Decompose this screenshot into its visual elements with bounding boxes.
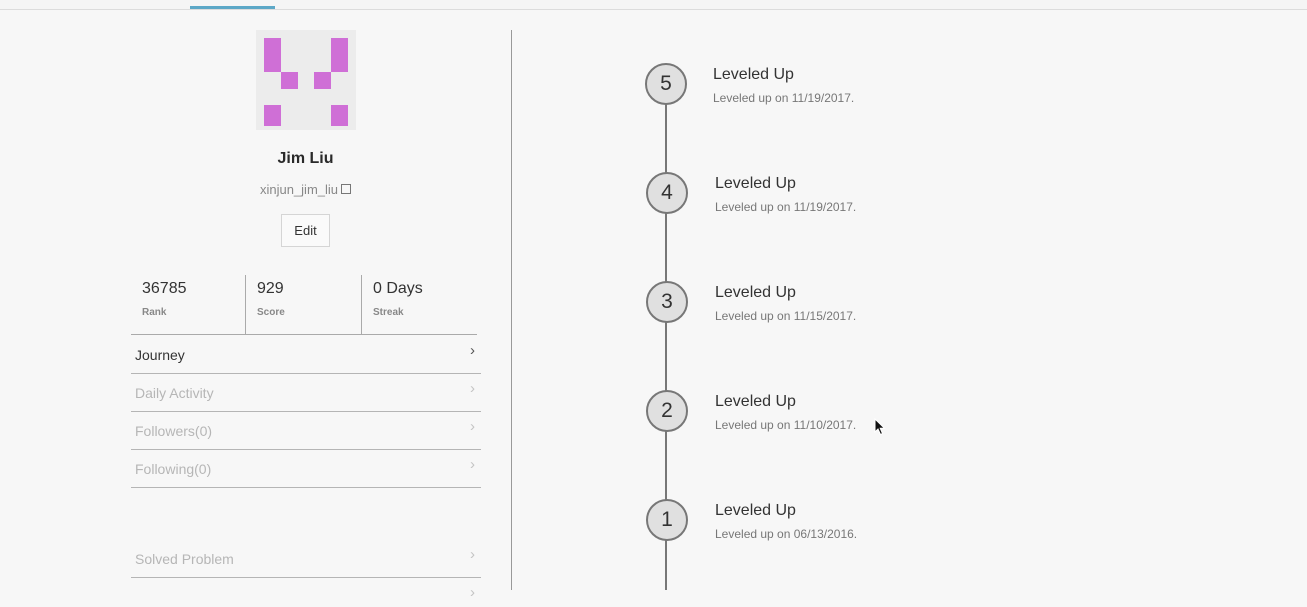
menu-item-followers[interactable]: Followers(0) › <box>131 411 481 450</box>
event-title: Leveled Up <box>713 66 794 83</box>
menu-item-label: Followers(0) <box>135 423 213 439</box>
menu-item-label: Following(0) <box>135 461 212 477</box>
menu-item-next[interactable]: › <box>131 577 481 607</box>
stat-label: Streak <box>373 307 404 318</box>
copy-icon[interactable] <box>341 184 352 194</box>
stat-label: Score <box>257 307 285 318</box>
menu-item-label: Solved Problem <box>135 551 234 567</box>
top-nav-bar <box>0 0 1307 10</box>
menu-item-solved-problem[interactable]: Solved Problem › <box>131 539 481 578</box>
event-detail: Leveled up on 06/13/2016. <box>715 527 858 541</box>
stat-value: 929 <box>257 280 284 297</box>
stat-rank: 36785 Rank <box>131 275 246 334</box>
edit-button[interactable]: Edit <box>281 214 330 247</box>
stat-streak: 0 Days Streak <box>362 275 477 334</box>
profile-username: xinjun_jim_liu <box>0 182 611 197</box>
chevron-right-icon: › <box>470 380 475 397</box>
chevron-right-icon: › <box>470 342 475 359</box>
event-detail: Leveled up on 11/19/2017. <box>715 200 857 214</box>
username-text: xinjun_jim_liu <box>259 182 339 197</box>
stat-value: 36785 <box>142 280 187 297</box>
column-divider <box>511 30 512 590</box>
menu-item-label: Daily Activity <box>135 385 214 401</box>
event-title: Leveled Up <box>715 175 796 192</box>
event-detail: Leveled up on 11/15/2017. <box>715 309 857 323</box>
avatar <box>256 30 356 130</box>
chevron-right-icon: › <box>470 584 475 601</box>
level-badge: 5 <box>645 63 687 105</box>
menu-item-journey[interactable]: Journey › <box>131 335 481 374</box>
stat-label: Rank <box>142 307 167 318</box>
level-badge: 4 <box>646 172 688 214</box>
event-detail: Leveled up on 11/19/2017. <box>713 91 855 105</box>
menu-item-daily-activity[interactable]: Daily Activity › <box>131 373 481 412</box>
stats-panel: 36785 Rank 929 Score 0 Days Streak <box>131 275 477 334</box>
menu-item-label: Journey <box>135 347 185 363</box>
chevron-right-icon: › <box>470 456 475 473</box>
event-title: Leveled Up <box>715 393 796 410</box>
profile-sidebar: Jim Liu xinjun_jim_liu Edit 36785 Rank 9… <box>0 10 511 601</box>
event-title: Leveled Up <box>715 284 796 301</box>
chevron-right-icon: › <box>470 546 475 563</box>
level-badge: 3 <box>646 281 688 323</box>
chevron-right-icon: › <box>470 418 475 435</box>
active-tab-indicator <box>190 6 275 9</box>
event-title: Leveled Up <box>715 502 796 519</box>
profile-name: Jim Liu <box>277 150 334 167</box>
stat-score: 929 Score <box>246 275 362 334</box>
stat-value: 0 Days <box>373 280 423 297</box>
level-badge: 1 <box>646 499 688 541</box>
level-badge: 2 <box>646 390 688 432</box>
menu-item-following[interactable]: Following(0) › <box>131 449 481 488</box>
event-detail: Leveled up on 11/10/2017. <box>715 418 857 432</box>
mouse-cursor-icon <box>874 418 886 436</box>
